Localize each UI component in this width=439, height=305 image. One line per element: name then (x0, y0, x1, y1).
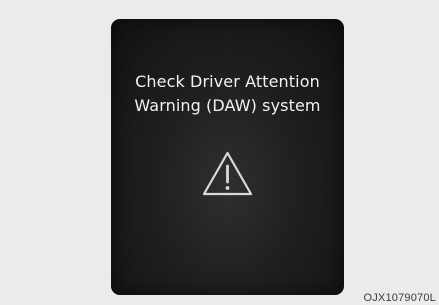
cluster-display-panel: Check Driver Attention Warning (DAW) sys… (111, 19, 344, 295)
warning-message: Check Driver Attention Warning (DAW) sys… (111, 70, 344, 118)
warning-message-line-2: Warning (DAW) system (134, 96, 321, 115)
image-reference-code: OJX1079070L (363, 292, 436, 304)
warning-triangle-icon (202, 151, 253, 196)
warning-message-line-1: Check Driver Attention (135, 72, 320, 91)
